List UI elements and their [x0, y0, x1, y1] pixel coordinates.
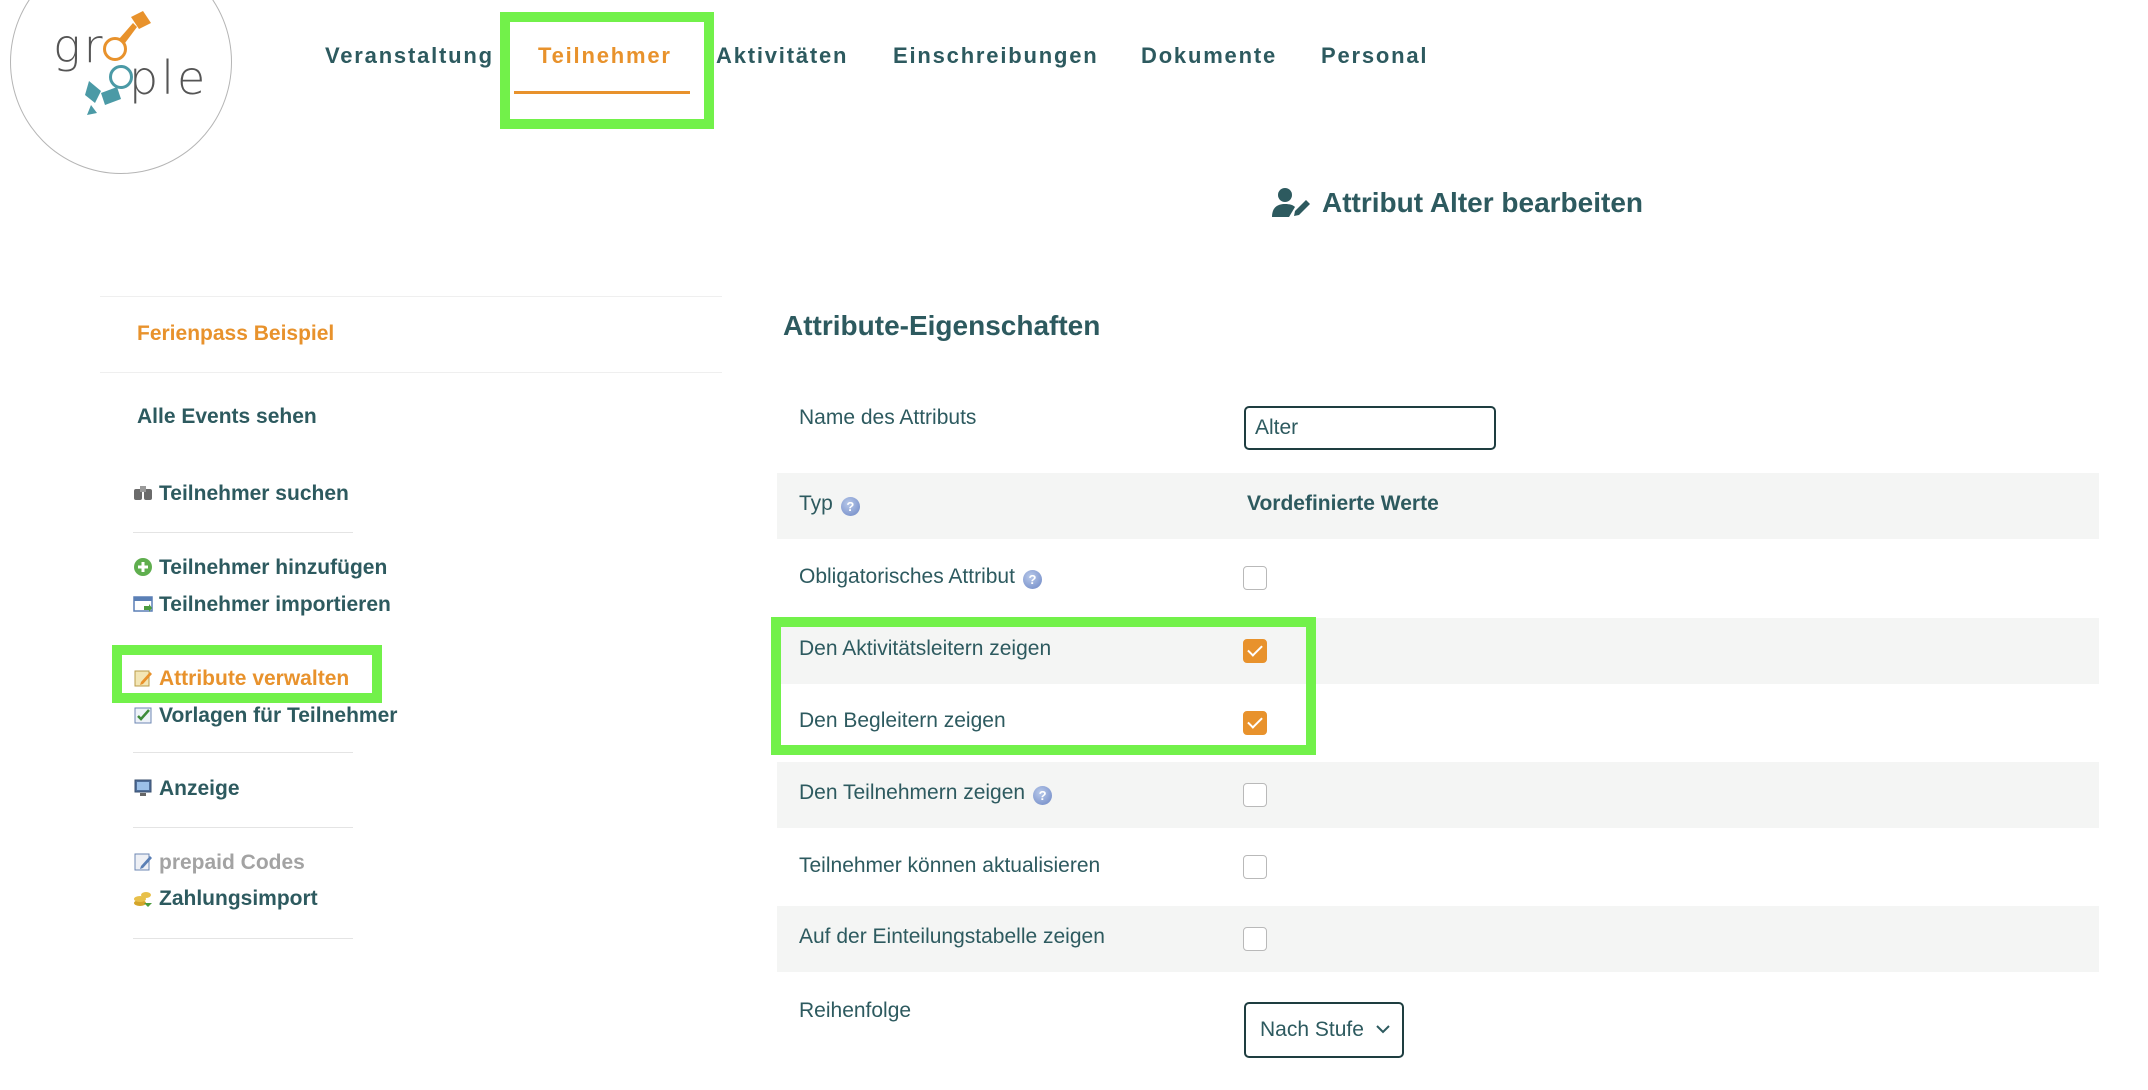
highlight-box-nav: [500, 12, 714, 129]
form-row-obligatorisch: Obligatorisches Attribut?: [777, 546, 2099, 612]
reihenfolge-label: Reihenfolge: [799, 999, 912, 1022]
teilnehmer-zeigen-label: Den Teilnehmern zeigen?: [799, 781, 1053, 805]
sidebar-item-anzeige[interactable]: Anzeige: [133, 775, 240, 803]
sidebar-event-name[interactable]: Ferienpass Beispiel: [137, 320, 334, 348]
name-label: Name des Attributs: [799, 406, 977, 429]
teilnehmer-zeigen-checkbox[interactable]: [1243, 783, 1267, 807]
codes-note-icon: [134, 853, 152, 871]
type-label: Typ?: [799, 492, 860, 516]
logo-figure-teal-icon: [85, 81, 121, 115]
sidebar-item-label: Vorlagen für Teilnehmer: [159, 704, 398, 727]
sidebar-separator: [133, 752, 353, 753]
sidebar-item-prepaid-codes: prepaid Codes: [133, 849, 305, 877]
attribute-name-input[interactable]: [1244, 406, 1496, 450]
chevron-down-icon: [1376, 1025, 1390, 1034]
sidebar-all-events[interactable]: Alle Events sehen: [137, 403, 317, 431]
sidebar-separator: [133, 827, 353, 828]
logo[interactable]: gr ple: [10, 0, 232, 174]
import-window-icon: [133, 596, 153, 612]
highlight-box-checkboxes: [771, 617, 1316, 755]
sidebar-item-vorlagen[interactable]: Vorlagen für Teilnehmer: [133, 702, 397, 730]
user-edit-icon: [1272, 188, 1310, 217]
form-row-teilnehmer-zeigen: Den Teilnehmern zeigen?: [777, 762, 2099, 828]
logo-text-top: gr: [53, 19, 106, 73]
sidebar-divider: [100, 296, 722, 297]
sidebar-item-label: Zahlungsimport: [159, 887, 318, 910]
help-icon[interactable]: ?: [840, 496, 860, 516]
nav-aktivitaeten[interactable]: Aktivitäten: [716, 40, 848, 72]
sidebar-separator: [133, 938, 353, 939]
reihenfolge-value: Nach Stufe: [1260, 1018, 1364, 1041]
page-title: Attribut Alter bearbeiten: [1272, 187, 1643, 219]
form-row-reihenfolge: Reihenfolge: [777, 980, 2099, 1046]
reihenfolge-select[interactable]: Nach Stufe: [1244, 1002, 1404, 1058]
form-row-aktualisieren: Teilnehmer können aktualisieren: [777, 835, 2099, 901]
nav-personal[interactable]: Personal: [1321, 40, 1428, 72]
highlight-box-sidebar: [112, 645, 382, 703]
aktualisieren-checkbox[interactable]: [1243, 855, 1267, 879]
sidebar-item-label: prepaid Codes: [159, 851, 305, 874]
add-circle-icon: [134, 558, 152, 576]
template-check-icon: [134, 707, 152, 724]
section-title: Attribute-Eigenschaften: [783, 310, 1101, 341]
logo-text-bottom: ple: [129, 51, 209, 105]
sidebar-item-zahlungsimport[interactable]: Zahlungsimport: [133, 885, 318, 913]
nav-veranstaltung[interactable]: Veranstaltung: [325, 40, 494, 72]
nav-einschreibungen[interactable]: Einschreibungen: [893, 40, 1098, 72]
logo-figure-orange-icon: [119, 11, 151, 43]
sidebar-divider: [100, 372, 722, 373]
obligatorisch-label: Obligatorisches Attribut?: [799, 565, 1042, 589]
sidebar-item-label: Anzeige: [159, 777, 240, 800]
sidebar-item-label: Teilnehmer importieren: [159, 593, 391, 616]
sidebar-item-teilnehmer-hinzufuegen[interactable]: Teilnehmer hinzufügen: [133, 554, 387, 582]
sidebar-item-label: Teilnehmer suchen: [159, 482, 349, 505]
nav-dokumente[interactable]: Dokumente: [1141, 40, 1277, 72]
obligatorisch-checkbox[interactable]: [1243, 566, 1267, 590]
help-icon[interactable]: ?: [1022, 569, 1042, 589]
form-row-type: Typ? Vordefinierte Werte: [777, 473, 2099, 539]
coins-icon: [134, 892, 152, 907]
einteilungstabelle-checkbox[interactable]: [1243, 927, 1267, 951]
aktualisieren-label: Teilnehmer können aktualisieren: [799, 854, 1101, 877]
monitor-icon: [134, 779, 152, 796]
sidebar-separator: [133, 532, 353, 533]
binoculars-icon: [134, 486, 152, 500]
page-title-text: Attribut Alter bearbeiten: [1322, 187, 1643, 218]
type-value: Vordefinierte Werte: [1247, 492, 1439, 515]
sidebar-item-label: Teilnehmer hinzufügen: [159, 556, 388, 579]
help-icon[interactable]: ?: [1033, 785, 1053, 805]
sidebar-item-teilnehmer-suchen[interactable]: Teilnehmer suchen: [133, 480, 349, 508]
einteilungstabelle-label: Auf der Einteilungstabelle zeigen: [799, 925, 1105, 948]
sidebar-item-teilnehmer-importieren[interactable]: Teilnehmer importieren: [133, 591, 391, 619]
form-row-einteilungstabelle: Auf der Einteilungstabelle zeigen: [777, 906, 2099, 972]
